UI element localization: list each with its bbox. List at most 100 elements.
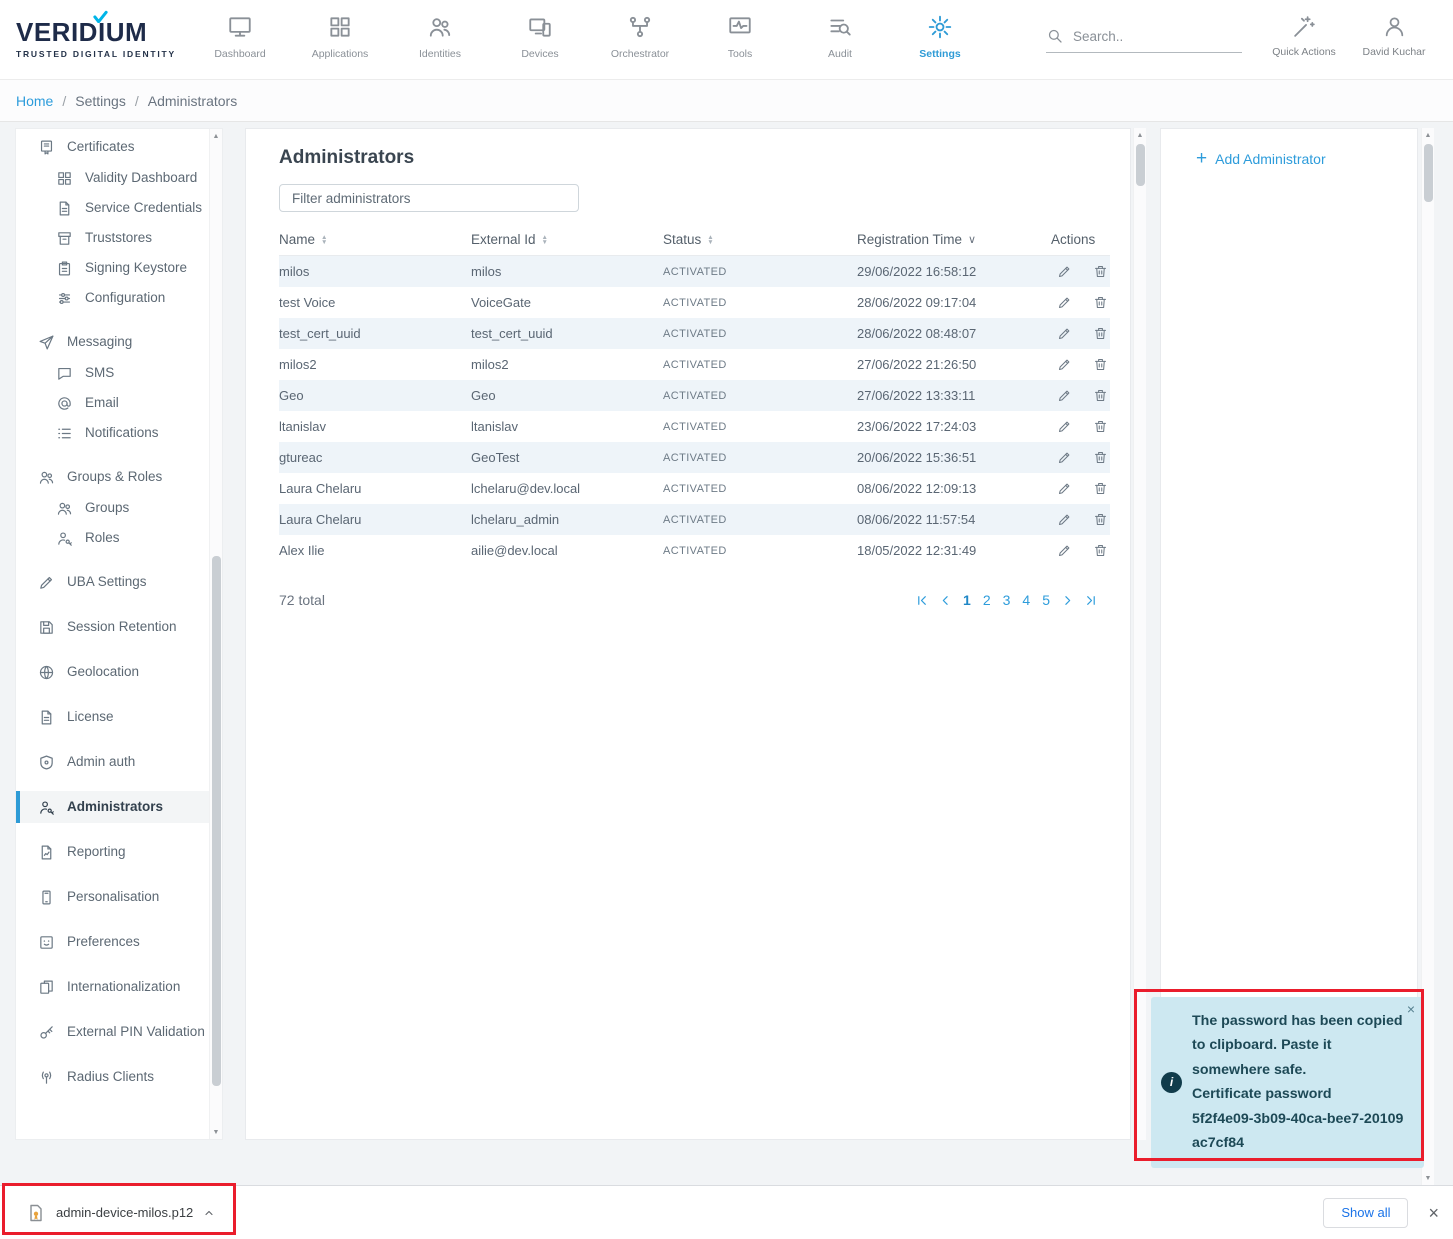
edit-button[interactable] <box>1057 264 1072 279</box>
sidebar-item-personalisation[interactable]: Personalisation <box>16 881 222 913</box>
previous-page-button[interactable] <box>939 594 952 607</box>
page-button-1[interactable]: 1 <box>963 592 971 608</box>
edit-button[interactable] <box>1057 543 1072 558</box>
filter-administrators-input[interactable] <box>279 184 579 212</box>
sidebar-item-messaging[interactable]: Messaging <box>16 326 222 358</box>
sidebar-item-geolocation[interactable]: Geolocation <box>16 656 222 688</box>
sidebar-item-groups[interactable]: Groups <box>16 493 222 523</box>
delete-button[interactable] <box>1093 357 1108 372</box>
scroll-up-icon[interactable]: ▲ <box>1422 128 1434 142</box>
geolocation-icon <box>38 664 55 681</box>
table-row[interactable]: ltanislavltanislavACTIVATED23/06/2022 17… <box>279 411 1110 442</box>
scroll-down-icon[interactable]: ▼ <box>210 1125 222 1139</box>
scroll-up-icon[interactable]: ▲ <box>1134 128 1146 142</box>
sidebar-item-email[interactable]: Email <box>16 388 222 418</box>
edit-button[interactable] <box>1057 512 1072 527</box>
toast-close-icon[interactable]: × <box>1407 1001 1415 1017</box>
download-item[interactable]: admin-device-milos.p12 <box>16 1195 225 1231</box>
delete-button[interactable] <box>1093 295 1108 310</box>
edit-button[interactable] <box>1057 357 1072 372</box>
show-all-button[interactable]: Show all <box>1323 1198 1408 1228</box>
table-row[interactable]: test_cert_uuidtest_cert_uuidACTIVATED28/… <box>279 318 1110 349</box>
column-header-external-id[interactable]: External Id▲▼ <box>471 232 663 247</box>
edit-button[interactable] <box>1057 419 1072 434</box>
sidebar-item-groups-roles[interactable]: Groups & Roles <box>16 461 222 493</box>
sidebar-item-roles[interactable]: Roles <box>16 523 222 553</box>
sidebar-item-notifications[interactable]: Notifications <box>16 418 222 448</box>
edit-button[interactable] <box>1057 481 1072 496</box>
page-button-4[interactable]: 4 <box>1022 592 1030 608</box>
page-button-3[interactable]: 3 <box>1003 592 1011 608</box>
search-input[interactable] <box>1073 29 1223 44</box>
delete-button[interactable] <box>1093 450 1108 465</box>
sidebar-item-sms[interactable]: SMS <box>16 358 222 388</box>
table-row[interactable]: Laura Chelarulchelaru_adminACTIVATED08/0… <box>279 504 1110 535</box>
nav-item-orchestrator[interactable]: Orchestrator <box>590 9 690 60</box>
table-row[interactable]: test VoiceVoiceGateACTIVATED28/06/2022 0… <box>279 287 1110 318</box>
table-row[interactable]: milosmilosACTIVATED29/06/2022 16:58:12 <box>279 256 1110 287</box>
sidebar-item-preferences[interactable]: Preferences <box>16 926 222 958</box>
column-header-status[interactable]: Status▲▼ <box>663 232 857 247</box>
delete-button[interactable] <box>1093 388 1108 403</box>
sidebar-item-uba-settings[interactable]: UBA Settings <box>16 566 222 598</box>
table-row[interactable]: GeoGeoACTIVATED27/06/2022 13:33:11 <box>279 380 1110 411</box>
edit-button[interactable] <box>1057 295 1072 310</box>
edit-button[interactable] <box>1057 450 1072 465</box>
nav-item-tools[interactable]: Tools <box>690 9 790 60</box>
delete-button[interactable] <box>1093 326 1108 341</box>
next-page-button[interactable] <box>1061 594 1074 607</box>
sidebar-scrollbar[interactable]: ▲ ▼ <box>209 129 222 1139</box>
nav-item-devices[interactable]: Devices <box>490 9 590 60</box>
table-row[interactable]: Laura Chelarulchelaru@dev.localACTIVATED… <box>279 473 1110 504</box>
scroll-up-icon[interactable]: ▲ <box>210 129 222 143</box>
last-page-button[interactable] <box>1085 594 1098 607</box>
table-row[interactable]: Alex Ilieailie@dev.localACTIVATED18/05/2… <box>279 535 1110 566</box>
scrollbar-thumb[interactable] <box>212 556 221 1086</box>
page-button-2[interactable]: 2 <box>983 592 991 608</box>
table-row[interactable]: gtureacGeoTestACTIVATED20/06/2022 15:36:… <box>279 442 1110 473</box>
page-button-5[interactable]: 5 <box>1042 592 1050 608</box>
first-page-button[interactable] <box>915 594 928 607</box>
chevron-up-icon[interactable] <box>203 1207 215 1219</box>
nav-item-applications[interactable]: Applications <box>290 9 390 60</box>
column-header-name[interactable]: Name▲▼ <box>279 232 471 247</box>
delete-button[interactable] <box>1093 481 1108 496</box>
sidebar-item-signing-keystore[interactable]: Signing Keystore <box>16 253 222 283</box>
column-header-registration-time[interactable]: Registration Time∨ <box>857 232 1051 247</box>
delete-button[interactable] <box>1093 543 1108 558</box>
scrollbar-thumb[interactable] <box>1424 144 1433 202</box>
user-menu[interactable]: David Kuchar <box>1350 9 1438 58</box>
breadcrumb-settings[interactable]: Settings <box>75 93 126 109</box>
breadcrumb-home[interactable]: Home <box>16 93 53 109</box>
nav-item-settings[interactable]: Settings <box>890 9 990 60</box>
sidebar-item-validity-dashboard[interactable]: Validity Dashboard <box>16 163 222 193</box>
main-scrollbar[interactable]: ▲ <box>1133 128 1146 1140</box>
sidebar-item-internationalization[interactable]: Internationalization <box>16 971 222 1003</box>
sidebar-item-radius-clients[interactable]: Radius Clients <box>16 1061 222 1093</box>
sidebar-item-service-credentials[interactable]: Service Credentials <box>16 193 222 223</box>
edit-button[interactable] <box>1057 326 1072 341</box>
table-row[interactable]: milos2milos2ACTIVATED27/06/2022 21:26:50 <box>279 349 1110 380</box>
delete-button[interactable] <box>1093 264 1108 279</box>
delete-button[interactable] <box>1093 419 1108 434</box>
edit-button[interactable] <box>1057 388 1072 403</box>
add-administrator-button[interactable]: + Add Administrator <box>1196 151 1417 167</box>
sidebar-item-truststores[interactable]: Truststores <box>16 223 222 253</box>
scrollbar-thumb[interactable] <box>1136 144 1145 186</box>
sidebar-item-external-pin-validation[interactable]: External PIN Validation <box>16 1016 222 1048</box>
veridium-logo[interactable]: VERIDIUM TRUSTED DIGITAL IDENTITY <box>16 17 176 59</box>
nav-item-audit[interactable]: Audit <box>790 9 890 60</box>
scroll-down-icon[interactable]: ▼ <box>1422 1171 1434 1185</box>
sidebar-item-configuration[interactable]: Configuration <box>16 283 222 313</box>
nav-item-identities[interactable]: Identities <box>390 9 490 60</box>
sidebar-item-admin-auth[interactable]: Admin auth <box>16 746 222 778</box>
sidebar-item-reporting[interactable]: Reporting <box>16 836 222 868</box>
download-bar-close-icon[interactable]: × <box>1428 1204 1439 1222</box>
sidebar-item-certificates[interactable]: Certificates <box>16 131 222 163</box>
sidebar-item-administrators[interactable]: Administrators <box>16 791 222 823</box>
sidebar-item-session-retention[interactable]: Session Retention <box>16 611 222 643</box>
nav-item-dashboard[interactable]: Dashboard <box>190 9 290 60</box>
sidebar-item-license[interactable]: License <box>16 701 222 733</box>
quick-actions-button[interactable]: Quick Actions <box>1262 9 1346 58</box>
delete-button[interactable] <box>1093 512 1108 527</box>
